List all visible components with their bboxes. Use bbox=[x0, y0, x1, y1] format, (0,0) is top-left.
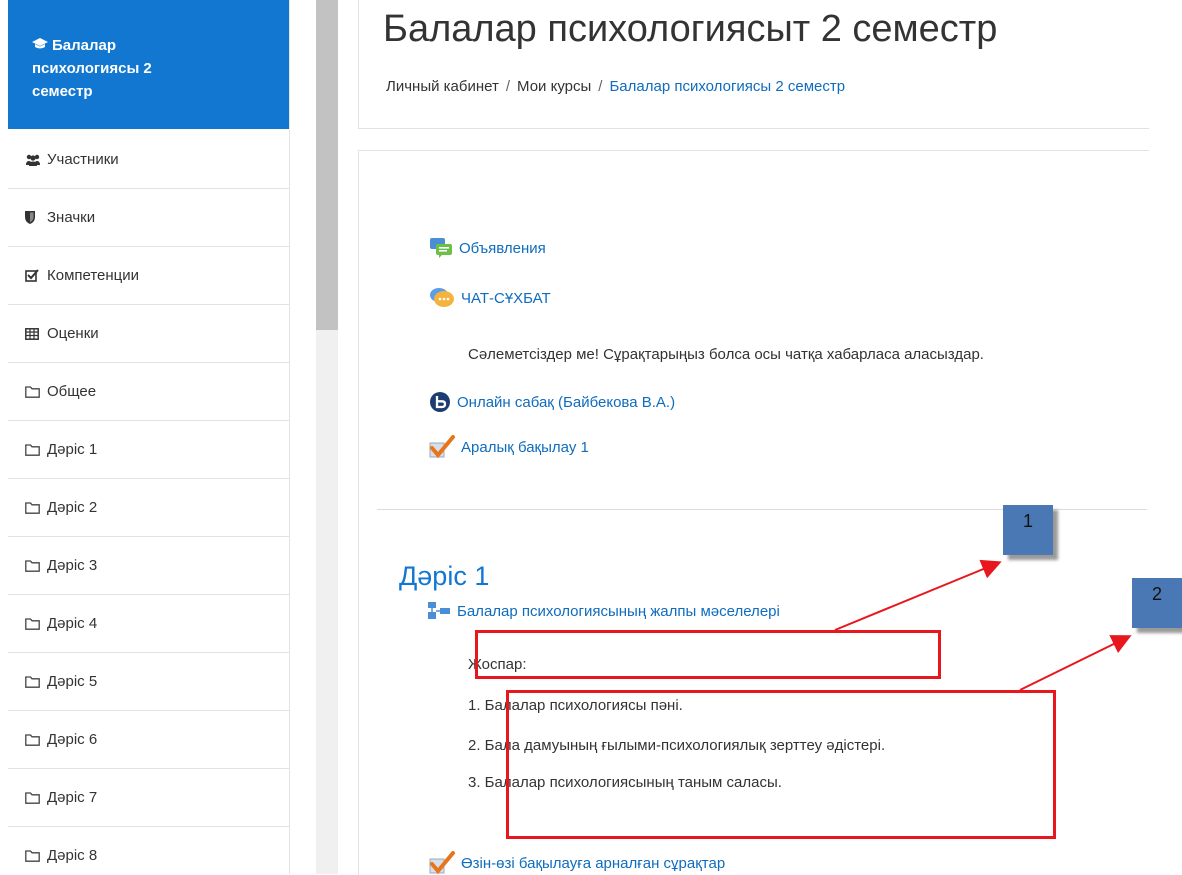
annotation-arrow-1 bbox=[834, 559, 1002, 631]
annotation-arrows bbox=[834, 559, 1132, 691]
annotation-arrow-2 bbox=[1019, 635, 1132, 691]
